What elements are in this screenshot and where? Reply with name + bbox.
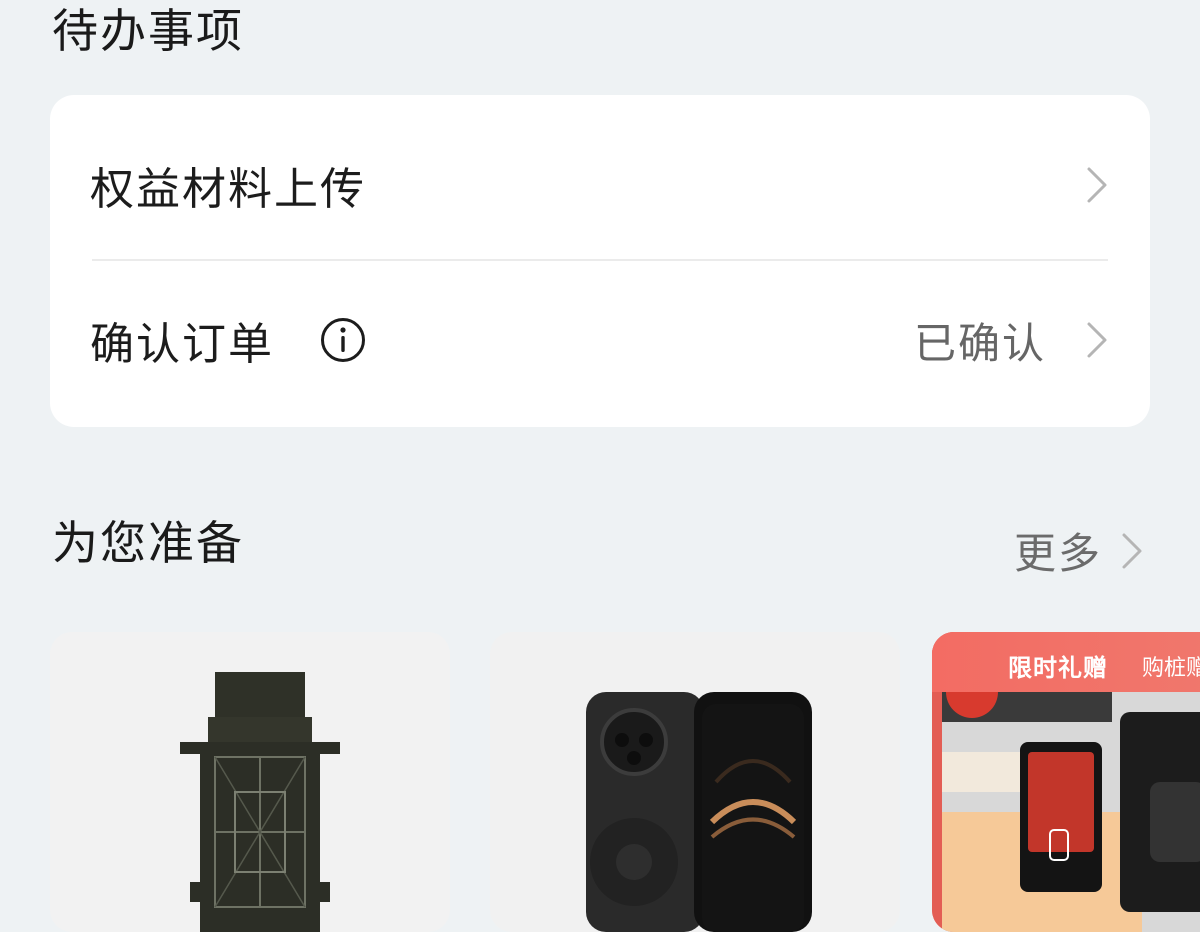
prepare-section-title: 为您准备: [52, 516, 244, 570]
smartphone-image: [586, 692, 812, 932]
info-icon[interactable]: [320, 317, 366, 363]
todo-section-title: 待办事项: [52, 4, 244, 58]
chevron-right-icon: [1122, 533, 1142, 568]
todo-item-label: 权益材料上传: [90, 164, 366, 215]
product-card-chassis-protector[interactable]: [50, 632, 450, 932]
more-button[interactable]: 更多: [1014, 520, 1144, 581]
promo-tag-secondary: 购桩赠: [1142, 656, 1200, 681]
more-label: 更多: [1013, 529, 1102, 578]
chevron-right-icon: [1087, 322, 1107, 358]
product-card-smartphone[interactable]: [490, 632, 900, 932]
promo-banner: 限时礼赠 购桩赠: [932, 632, 1200, 692]
order-status-text: 已确认: [913, 318, 1046, 368]
todo-item-label: 确认订单: [90, 319, 274, 370]
todo-item-confirm-order[interactable]: 确认订单 已确认: [50, 260, 1150, 420]
todo-item-rights-upload[interactable]: 权益材料上传: [50, 105, 1150, 265]
product-card-charging-pile[interactable]: 限时礼赠 购桩赠: [932, 632, 1200, 932]
promo-tag: 限时礼赠: [1008, 654, 1108, 682]
chevron-right-icon: [1087, 167, 1107, 203]
chassis-protector-image: [180, 672, 340, 932]
todo-card: 权益材料上传 确认订单 已确认: [50, 95, 1150, 427]
